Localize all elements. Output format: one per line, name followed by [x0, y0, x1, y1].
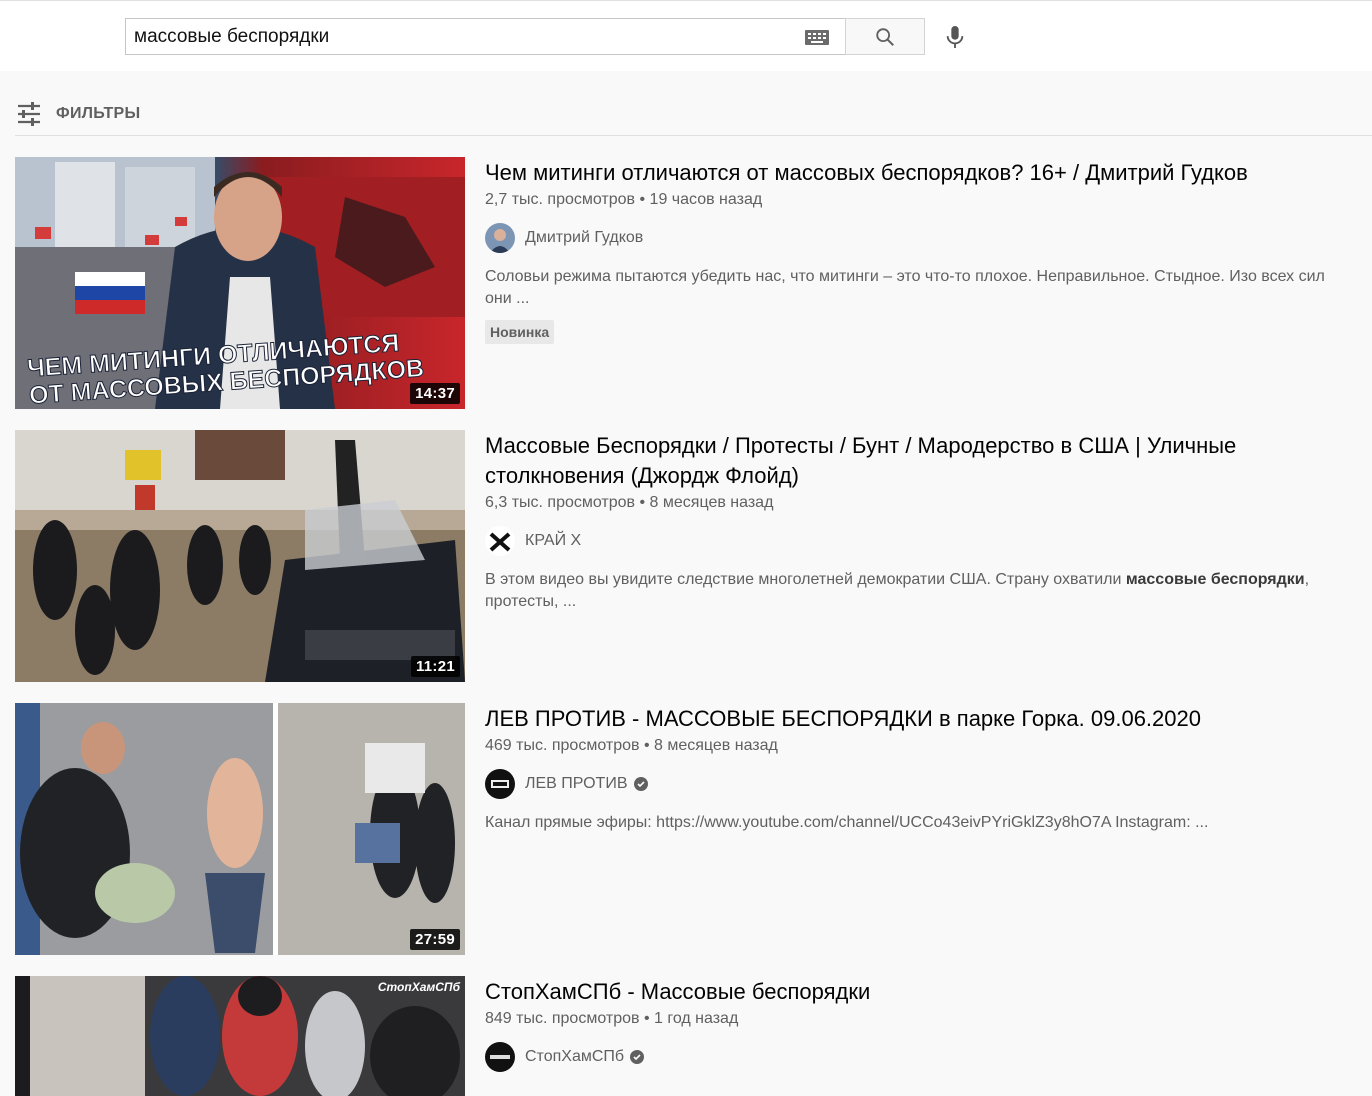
video-thumbnail[interactable]: 27:59	[15, 703, 465, 955]
channel-link[interactable]: КРАЙ Х	[485, 526, 1365, 556]
description-text: В этом видео вы увидите следствие многол…	[485, 571, 1126, 588]
view-count: 849 тыс. просмотров	[485, 1010, 640, 1027]
voice-search-button[interactable]	[939, 18, 971, 55]
verified-check-icon	[630, 1050, 645, 1064]
video-description: Канал прямые эфиры: https://www.youtube.…	[485, 814, 1209, 831]
new-badge: Новинка	[485, 320, 555, 344]
channel-name[interactable]: Дмитрий Гудков	[525, 229, 643, 247]
video-result[interactable]: ЧЕМ МИТИНГИ ОТЛИЧАЮТСЯ ОТ МАССОВЫХ БЕСПО…	[15, 157, 1372, 409]
channel-link[interactable]: Дмитрий Гудков	[485, 223, 1365, 253]
channel-link[interactable]: СтопХамСПб	[485, 1042, 1365, 1072]
video-info: Чем митинги отличаются от массовых беспо…	[485, 157, 1365, 344]
verified-check-icon	[633, 777, 648, 791]
channel-name[interactable]: СтопХамСПб	[525, 1048, 624, 1066]
video-title[interactable]: Чем митинги отличаются от массовых беспо…	[485, 158, 1365, 188]
video-result[interactable]: 27:59 ЛЕВ ПРОТИВ - МАССОВЫЕ БЕСПОРЯДКИ в…	[15, 703, 1372, 955]
description-highlight: массовые беспорядки	[1125, 571, 1305, 588]
video-info: Массовые Беспорядки / Протесты / Бунт / …	[485, 430, 1365, 613]
thumbnail-image: СтопХамСПб	[15, 976, 465, 1096]
search-input[interactable]	[126, 25, 786, 48]
video-duration: 14:37	[410, 383, 460, 404]
video-title[interactable]: ЛЕВ ПРОТИВ - МАССОВЫЕ БЕСПОРЯДКИ в парке…	[485, 704, 1365, 734]
microphone-icon	[946, 25, 964, 48]
video-description: Соловьи режима пытаются убедить нас, что…	[485, 268, 1325, 307]
filters-divider	[15, 135, 1372, 136]
video-duration: 11:21	[410, 656, 460, 677]
channel-name[interactable]: ЛЕВ ПРОТИВ	[525, 775, 628, 793]
thumbnail-image	[15, 430, 465, 682]
video-result[interactable]: 11:21 Массовые Беспорядки / Протесты / Б…	[15, 430, 1372, 682]
upload-age: 8 месяцев назад	[654, 737, 778, 754]
video-meta: 6,3 тыс. просмотров • 8 месяцев назад	[485, 494, 774, 511]
video-description: В этом видео вы увидите следствие многол…	[485, 569, 1355, 613]
search-box[interactable]	[125, 18, 845, 55]
thumbnail-image: ЧЕМ МИТИНГИ ОТЛИЧАЮТСЯ ОТ МАССОВЫХ БЕСПО…	[15, 157, 465, 409]
channel-avatar[interactable]	[485, 1042, 515, 1072]
masthead	[0, 0, 1372, 71]
video-meta: 849 тыс. просмотров • 1 год назад	[485, 1010, 739, 1027]
video-thumbnail[interactable]: СтопХамСПб	[15, 976, 465, 1096]
upload-age: 1 год назад	[654, 1010, 739, 1027]
view-count: 2,7 тыс. просмотров	[485, 191, 636, 208]
video-info: ЛЕВ ПРОТИВ - МАССОВЫЕ БЕСПОРЯДКИ в парке…	[485, 703, 1365, 834]
video-title[interactable]: Массовые Беспорядки / Протесты / Бунт / …	[485, 431, 1365, 491]
upload-age: 19 часов назад	[649, 191, 763, 208]
search-icon	[876, 27, 894, 46]
video-thumbnail[interactable]: ЧЕМ МИТИНГИ ОТЛИЧАЮТСЯ ОТ МАССОВЫХ БЕСПО…	[15, 157, 465, 409]
thumbnail-logo-text: СтопХамСПб	[378, 980, 461, 994]
video-thumbnail[interactable]: 11:21	[15, 430, 465, 682]
search-button[interactable]	[845, 18, 925, 55]
video-info: СтопХамСПб - Массовые беспорядки 849 тыс…	[485, 976, 1365, 1072]
video-result[interactable]: СтопХамСПб СтопХамСПб - Массовые беспоря…	[15, 976, 1372, 1096]
filter-sliders-icon	[18, 102, 40, 126]
video-meta: 2,7 тыс. просмотров • 19 часов назад	[485, 191, 763, 208]
channel-link[interactable]: ЛЕВ ПРОТИВ	[485, 769, 1365, 799]
channel-avatar[interactable]	[485, 526, 515, 556]
keyboard-icon[interactable]	[805, 30, 829, 45]
masthead-edge	[0, 0, 1372, 1]
filters-label: ФИЛЬТРЫ	[56, 105, 141, 122]
upload-age: 8 месяцев назад	[649, 494, 774, 511]
channel-name[interactable]: КРАЙ Х	[525, 532, 581, 550]
video-title[interactable]: СтопХамСПб - Массовые беспорядки	[485, 977, 1365, 1007]
video-duration: 27:59	[410, 929, 460, 950]
video-meta: 469 тыс. просмотров • 8 месяцев назад	[485, 737, 778, 754]
channel-avatar[interactable]	[485, 769, 515, 799]
channel-avatar[interactable]	[485, 223, 515, 253]
thumbnail-image	[15, 703, 465, 955]
view-count: 469 тыс. просмотров	[485, 737, 640, 754]
filters-toggle[interactable]: ФИЛЬТРЫ	[16, 100, 140, 128]
view-count: 6,3 тыс. просмотров	[485, 494, 636, 511]
